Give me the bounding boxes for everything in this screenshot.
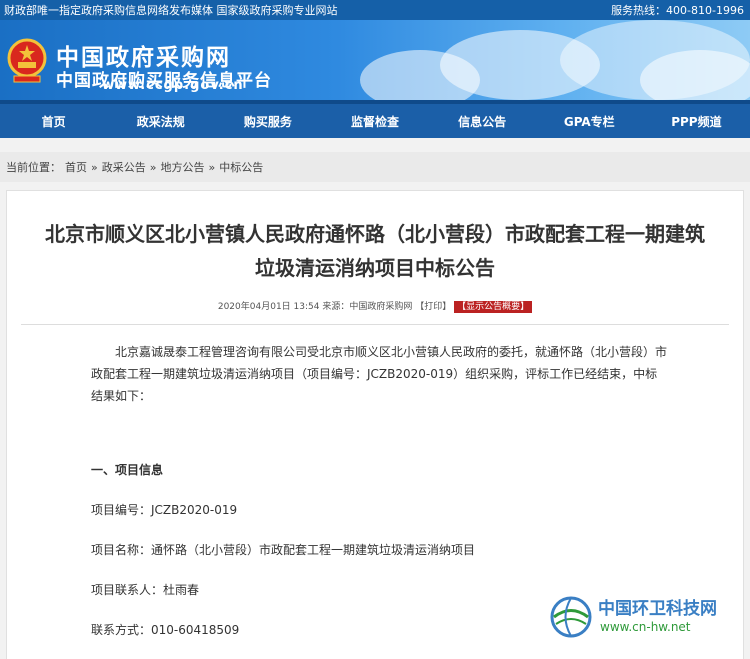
breadcrumb-local[interactable]: 地方公告 <box>160 159 204 175</box>
breadcrumb-home[interactable]: 首页 <box>65 159 87 175</box>
breadcrumb-prefix: 当前位置： <box>6 161 61 174</box>
nav-ppp[interactable]: PPP频道 <box>643 113 750 130</box>
globe-logo-icon <box>550 596 592 638</box>
site-url: www.ccgp.gov.cn <box>102 78 244 93</box>
nav-home[interactable]: 首页 <box>0 113 107 130</box>
breadcrumb-procurement[interactable]: 政采公告 <box>102 159 146 175</box>
print-link[interactable]: 【打印】 <box>415 302 451 312</box>
project-number: 项目编号：JCZB2020-019 <box>91 503 238 517</box>
breadcrumb-award[interactable]: 中标公告 <box>219 159 263 175</box>
nav-regulations[interactable]: 政采法规 <box>107 113 214 130</box>
watermark-name: 中国环卫科技网 <box>598 599 717 619</box>
nav-supervision[interactable]: 监督检查 <box>321 113 428 130</box>
publish-date: 2020年04月01日 13:54 <box>217 302 320 312</box>
watermark-url: www.cn-hw.net <box>600 620 691 634</box>
article-title: 北京市顺义区北小营镇人民政府通怀路（北小营段）市政配套工程一期建筑垃圾清运消纳项… <box>45 222 705 280</box>
section-heading: 一、项目信息 <box>91 463 164 477</box>
show-summary-button[interactable]: 【显示公告概要】 <box>454 301 533 313</box>
breadcrumb-separator: » <box>208 160 216 174</box>
national-emblem-icon <box>7 38 47 83</box>
main-nav: 首页 政采法规 购买服务 监督检查 信息公告 GPA专栏 PPP频道 <box>0 100 750 138</box>
article-source: 来源：中国政府采购网 <box>322 302 413 312</box>
breadcrumb-separator: » <box>91 160 98 174</box>
nav-gpa[interactable]: GPA专栏 <box>536 113 643 130</box>
intro-paragraph: 北京嘉诚晟泰工程管理咨询有限公司受北京市顺义区北小营镇人民政府的委托，就通怀路（… <box>91 345 668 403</box>
watermark: 中国环卫科技网 www.cn-hw.net <box>548 590 748 646</box>
breadcrumb-separator: » <box>149 160 157 174</box>
top-info-bar: 财政部唯一指定政府采购信息网络发布媒体 国家级政府采购专业网站 服务热线：400… <box>0 0 750 20</box>
breadcrumb: 当前位置： 首页 » 政采公告 » 地方公告 » 中标公告 <box>0 152 750 182</box>
article-panel: 北京市顺义区北小营镇人民政府通怀路（北小营段）市政配套工程一期建筑垃圾清运消纳项… <box>6 190 744 659</box>
article-meta: 2020年04月01日 13:54 来源：中国政府采购网 【打印】 【显示公告概… <box>7 299 743 313</box>
project-name: 项目名称：通怀路（北小营段）市政配套工程一期建筑垃圾清运消纳项目 <box>91 543 476 557</box>
nav-purchase-service[interactable]: 购买服务 <box>214 113 321 130</box>
service-hotline: 服务热线：400-810-1996 <box>611 4 744 17</box>
nav-announcements[interactable]: 信息公告 <box>429 113 536 130</box>
top-slogan: 财政部唯一指定政府采购信息网络发布媒体 国家级政府采购专业网站 <box>4 4 338 17</box>
